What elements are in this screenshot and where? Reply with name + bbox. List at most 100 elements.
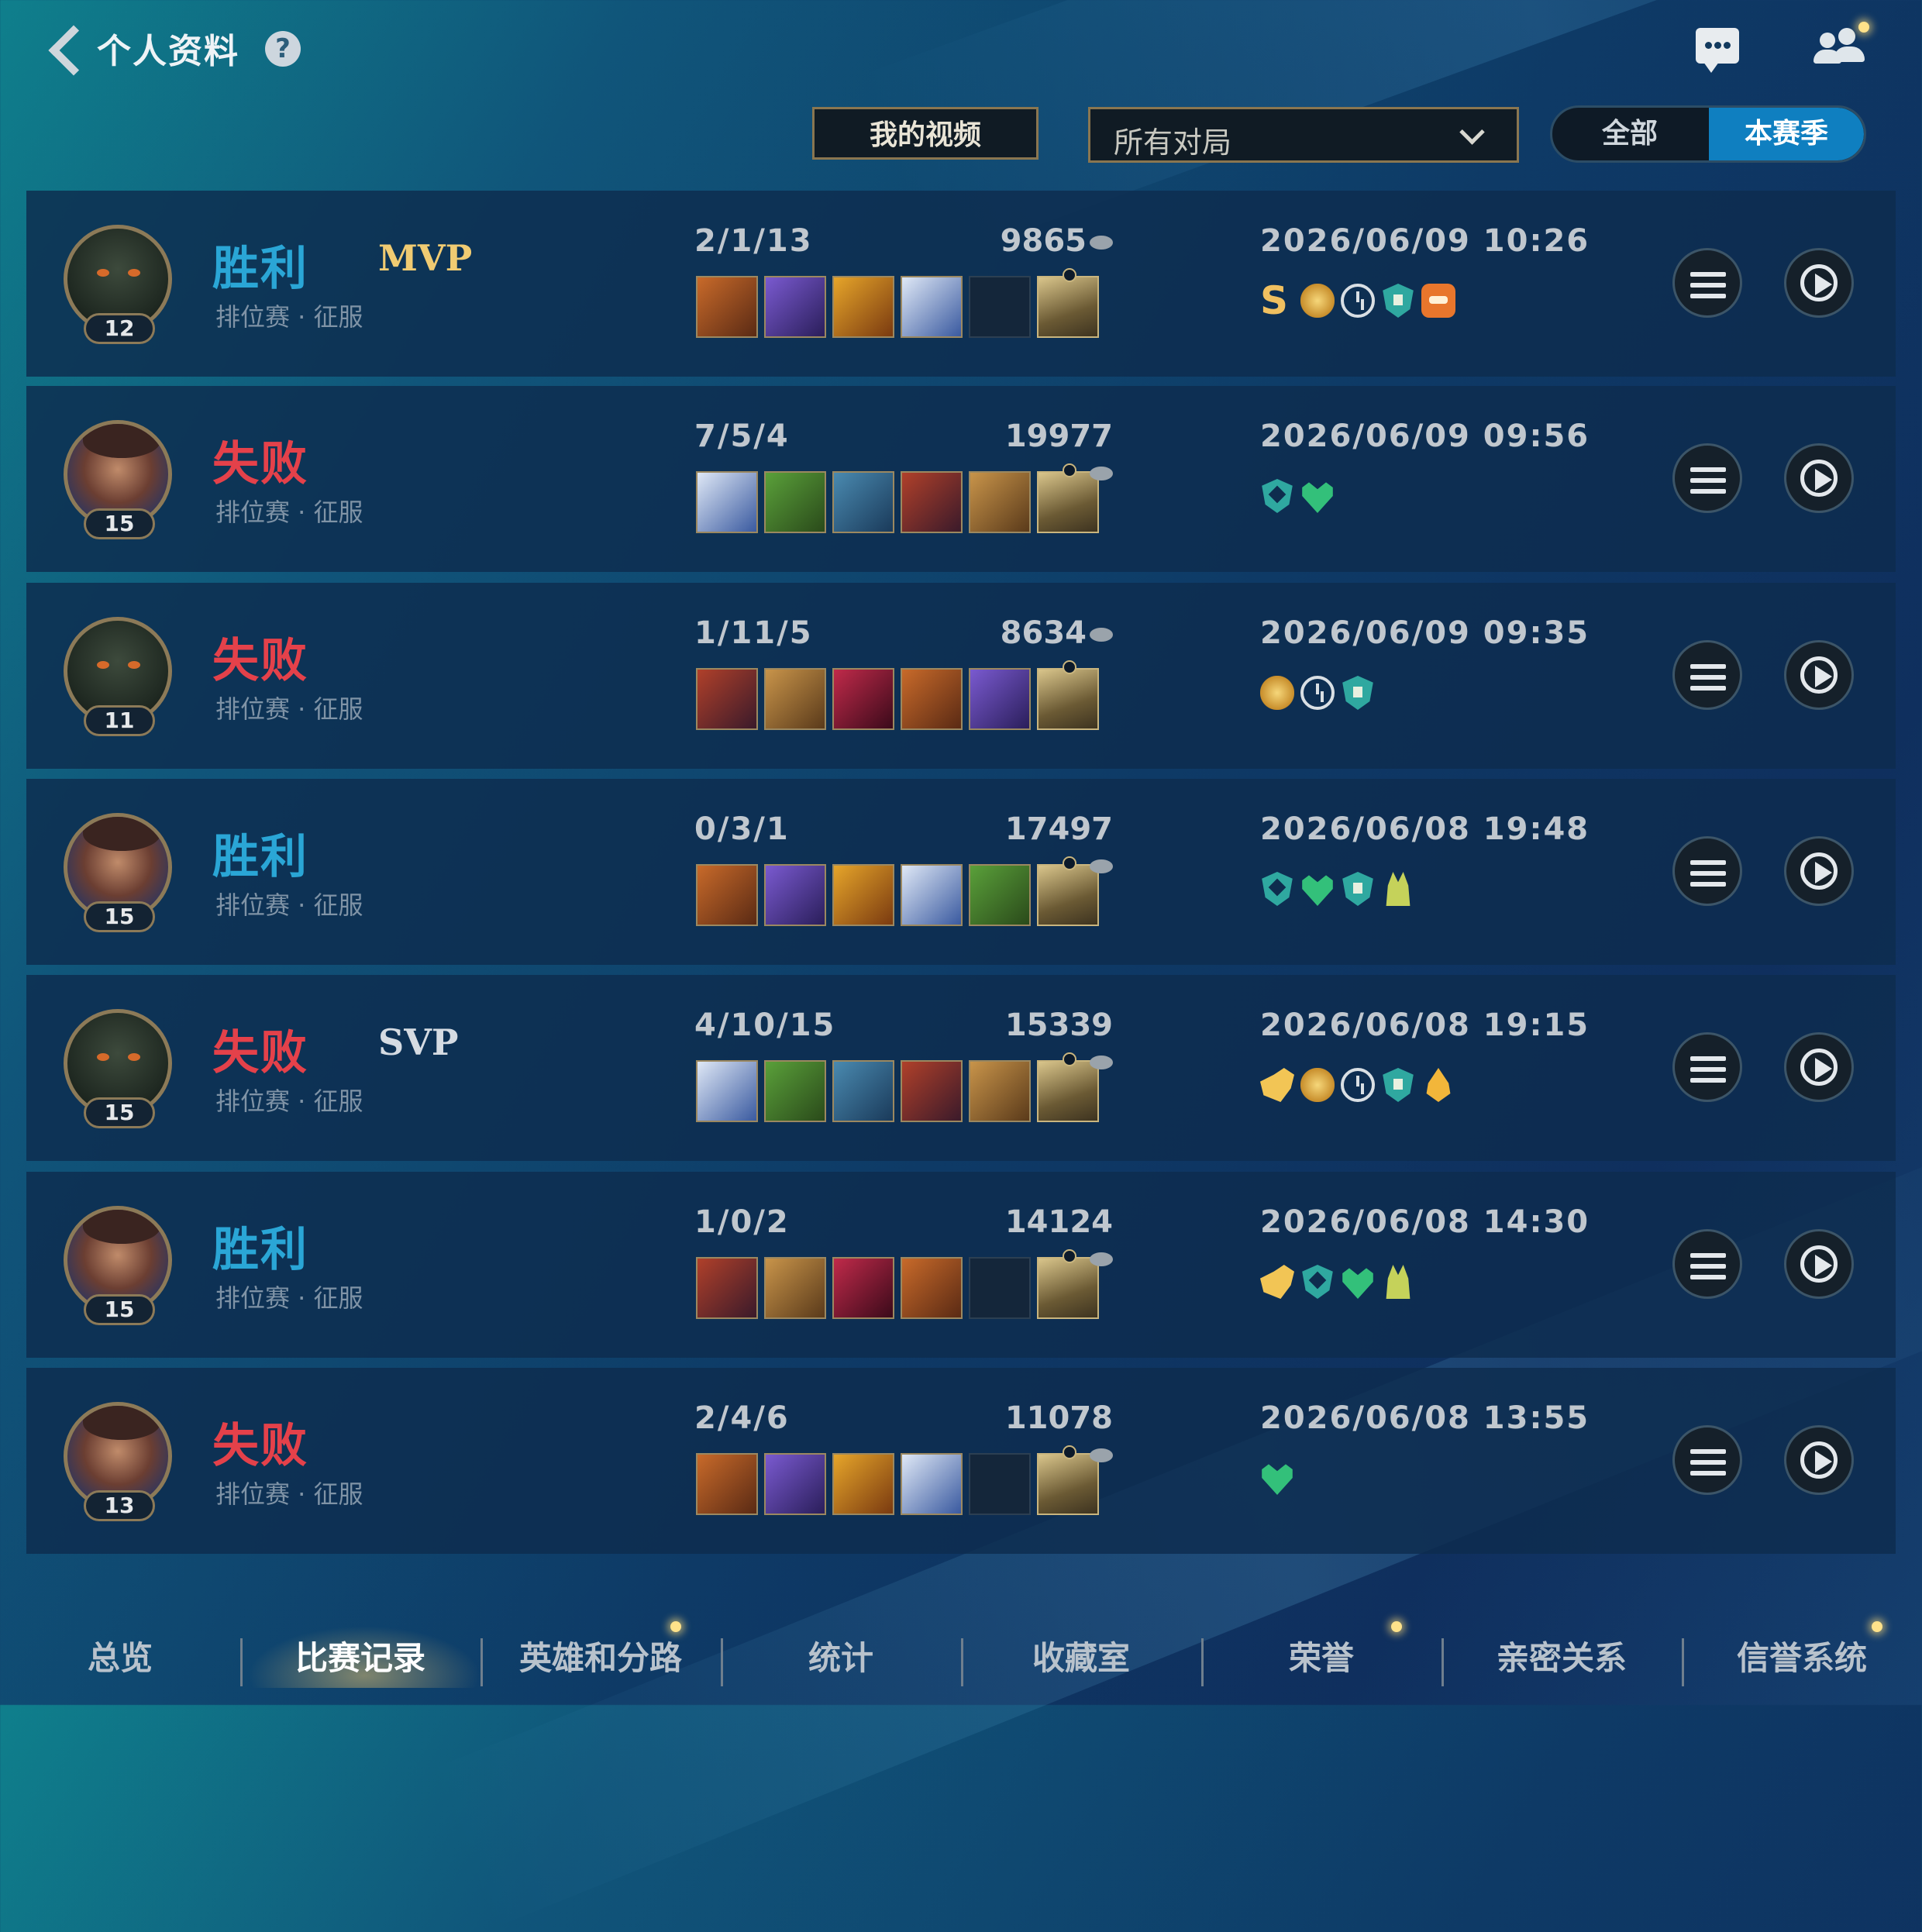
gold-hand-icon bbox=[1300, 284, 1335, 318]
nav-tab[interactable]: 总览 bbox=[0, 1632, 240, 1679]
item-icon[interactable] bbox=[696, 668, 758, 730]
season-toggle[interactable]: 全部 本赛季 bbox=[1550, 105, 1866, 163]
item-icon[interactable] bbox=[696, 1453, 758, 1515]
shield-icon bbox=[1262, 479, 1293, 513]
item-icon[interactable] bbox=[832, 471, 894, 533]
match-row[interactable]: 15 失败 排位赛 · 征服 7/5/4 19977 2026/06/09 09… bbox=[26, 386, 1896, 572]
coin-icon bbox=[1090, 236, 1113, 250]
game-mode: 排位赛 · 征服 bbox=[215, 1283, 363, 1313]
match-row[interactable]: 15 胜利 排位赛 · 征服 1/0/2 14124 2026/06/08 14… bbox=[26, 1172, 1896, 1358]
item-icon[interactable] bbox=[696, 471, 758, 533]
replay-button[interactable] bbox=[1784, 248, 1854, 318]
chat-icon[interactable] bbox=[1696, 28, 1739, 73]
champion-level: 11 bbox=[84, 705, 155, 736]
empty-item-slot[interactable] bbox=[969, 276, 1031, 338]
match-result: 胜利 bbox=[212, 830, 308, 884]
trinket-icon[interactable] bbox=[1037, 268, 1099, 338]
item-icon[interactable] bbox=[832, 1257, 894, 1319]
nav-tab[interactable]: 荣誉 bbox=[1201, 1632, 1442, 1679]
match-result: 失败 bbox=[212, 1419, 308, 1473]
item-icon[interactable] bbox=[901, 668, 963, 730]
item-icon[interactable] bbox=[901, 276, 963, 338]
match-row[interactable]: 11 失败 排位赛 · 征服 1/11/5 8634 2026/06/09 09… bbox=[26, 583, 1896, 769]
item-icon[interactable] bbox=[832, 1060, 894, 1122]
item-icon[interactable] bbox=[764, 276, 826, 338]
item-icon[interactable] bbox=[764, 1453, 826, 1515]
item-icon[interactable] bbox=[832, 1453, 894, 1515]
match-row[interactable]: 15 失败 排位赛 · 征服 SVP 4/10/15 15339 2026/06… bbox=[26, 975, 1896, 1161]
kda: 1/11/5 bbox=[694, 615, 813, 651]
item-icon[interactable] bbox=[764, 471, 826, 533]
item-icon[interactable] bbox=[832, 668, 894, 730]
kda: 2/4/6 bbox=[694, 1400, 790, 1436]
nav-tab[interactable]: 统计 bbox=[721, 1632, 961, 1679]
clock-icon bbox=[1341, 1068, 1375, 1102]
replay-button[interactable] bbox=[1784, 1425, 1854, 1495]
gold-value: 14124 bbox=[1004, 1204, 1113, 1240]
match-time: 2026/06/08 19:15 bbox=[1260, 1007, 1590, 1043]
friends-icon[interactable] bbox=[1814, 23, 1865, 67]
nav-tab[interactable]: 比赛记录 bbox=[240, 1632, 480, 1679]
item-icon[interactable] bbox=[832, 276, 894, 338]
s-grade-icon: S bbox=[1260, 278, 1289, 323]
item-icon[interactable] bbox=[696, 1060, 758, 1122]
game-mode: 排位赛 · 征服 bbox=[215, 498, 363, 527]
kda: 2/1/13 bbox=[694, 223, 813, 259]
match-row[interactable]: 15 胜利 排位赛 · 征服 0/3/1 17497 2026/06/08 19… bbox=[26, 779, 1896, 965]
notification-dot bbox=[1858, 22, 1869, 33]
item-icon[interactable] bbox=[696, 276, 758, 338]
item-icon[interactable] bbox=[696, 1257, 758, 1319]
item-icon[interactable] bbox=[901, 1453, 963, 1515]
item-icon[interactable] bbox=[901, 864, 963, 926]
match-type-select[interactable]: 所有对局 bbox=[1088, 107, 1519, 163]
item-icon[interactable] bbox=[764, 1060, 826, 1122]
match-result: 失败 bbox=[212, 634, 308, 688]
bottom-nav: 总览 比赛记录 英雄和分路 统计 收藏室 荣誉 亲密关系 信誉系统 bbox=[0, 1612, 1922, 1705]
toggle-all[interactable]: 全部 bbox=[1552, 108, 1707, 160]
item-icon[interactable] bbox=[764, 668, 826, 730]
gold-value: 9865 bbox=[1000, 223, 1087, 259]
item-icon[interactable] bbox=[832, 864, 894, 926]
coin-icon bbox=[1090, 467, 1113, 480]
gold-hand-icon bbox=[1300, 1068, 1335, 1102]
match-details-button[interactable] bbox=[1672, 640, 1742, 710]
toggle-current-season[interactable]: 本赛季 bbox=[1709, 108, 1864, 160]
champion-level: 12 bbox=[84, 313, 155, 344]
coin-icon bbox=[1090, 859, 1113, 873]
replay-button[interactable] bbox=[1784, 443, 1854, 513]
match-row[interactable]: 12 胜利 排位赛 · 征服 MVP 2/1/13 9865 2026/06/0… bbox=[26, 191, 1896, 377]
nav-tab[interactable]: 收藏室 bbox=[961, 1632, 1201, 1679]
item-icon[interactable] bbox=[764, 864, 826, 926]
item-icon[interactable] bbox=[901, 1060, 963, 1122]
nav-tab[interactable]: 亲密关系 bbox=[1442, 1632, 1682, 1679]
item-icon[interactable] bbox=[969, 668, 1031, 730]
help-icon[interactable]: ? bbox=[265, 31, 301, 67]
item-icon[interactable] bbox=[901, 1257, 963, 1319]
replay-button[interactable] bbox=[1784, 1229, 1854, 1299]
shield-icon bbox=[1302, 1265, 1333, 1299]
match-details-button[interactable] bbox=[1672, 1032, 1742, 1102]
match-details-button[interactable] bbox=[1672, 836, 1742, 906]
replay-button[interactable] bbox=[1784, 640, 1854, 710]
match-details-button[interactable] bbox=[1672, 443, 1742, 513]
replay-button[interactable] bbox=[1784, 836, 1854, 906]
match-details-button[interactable] bbox=[1672, 1425, 1742, 1495]
coin-icon bbox=[1090, 1448, 1113, 1462]
back-button[interactable] bbox=[46, 22, 85, 77]
replay-button[interactable] bbox=[1784, 1032, 1854, 1102]
gold-earned: 17497 bbox=[981, 811, 1113, 883]
match-details-button[interactable] bbox=[1672, 248, 1742, 318]
item-icon[interactable] bbox=[764, 1257, 826, 1319]
match-row[interactable]: 13 失败 排位赛 · 征服 2/4/6 11078 2026/06/08 13… bbox=[26, 1368, 1896, 1554]
match-details-button[interactable] bbox=[1672, 1229, 1742, 1299]
trinket-icon[interactable] bbox=[1037, 660, 1099, 730]
flame-icon bbox=[1426, 1068, 1451, 1102]
my-video-button[interactable]: 我的视频 bbox=[812, 107, 1038, 160]
gold-earned: 15339 bbox=[981, 1007, 1113, 1079]
kda: 4/10/15 bbox=[694, 1007, 836, 1043]
heal-heart-icon bbox=[1262, 1464, 1293, 1495]
nav-tab[interactable]: 英雄和分路 bbox=[480, 1632, 721, 1679]
nav-tab[interactable]: 信誉系统 bbox=[1682, 1632, 1922, 1679]
item-icon[interactable] bbox=[901, 471, 963, 533]
item-icon[interactable] bbox=[696, 864, 758, 926]
